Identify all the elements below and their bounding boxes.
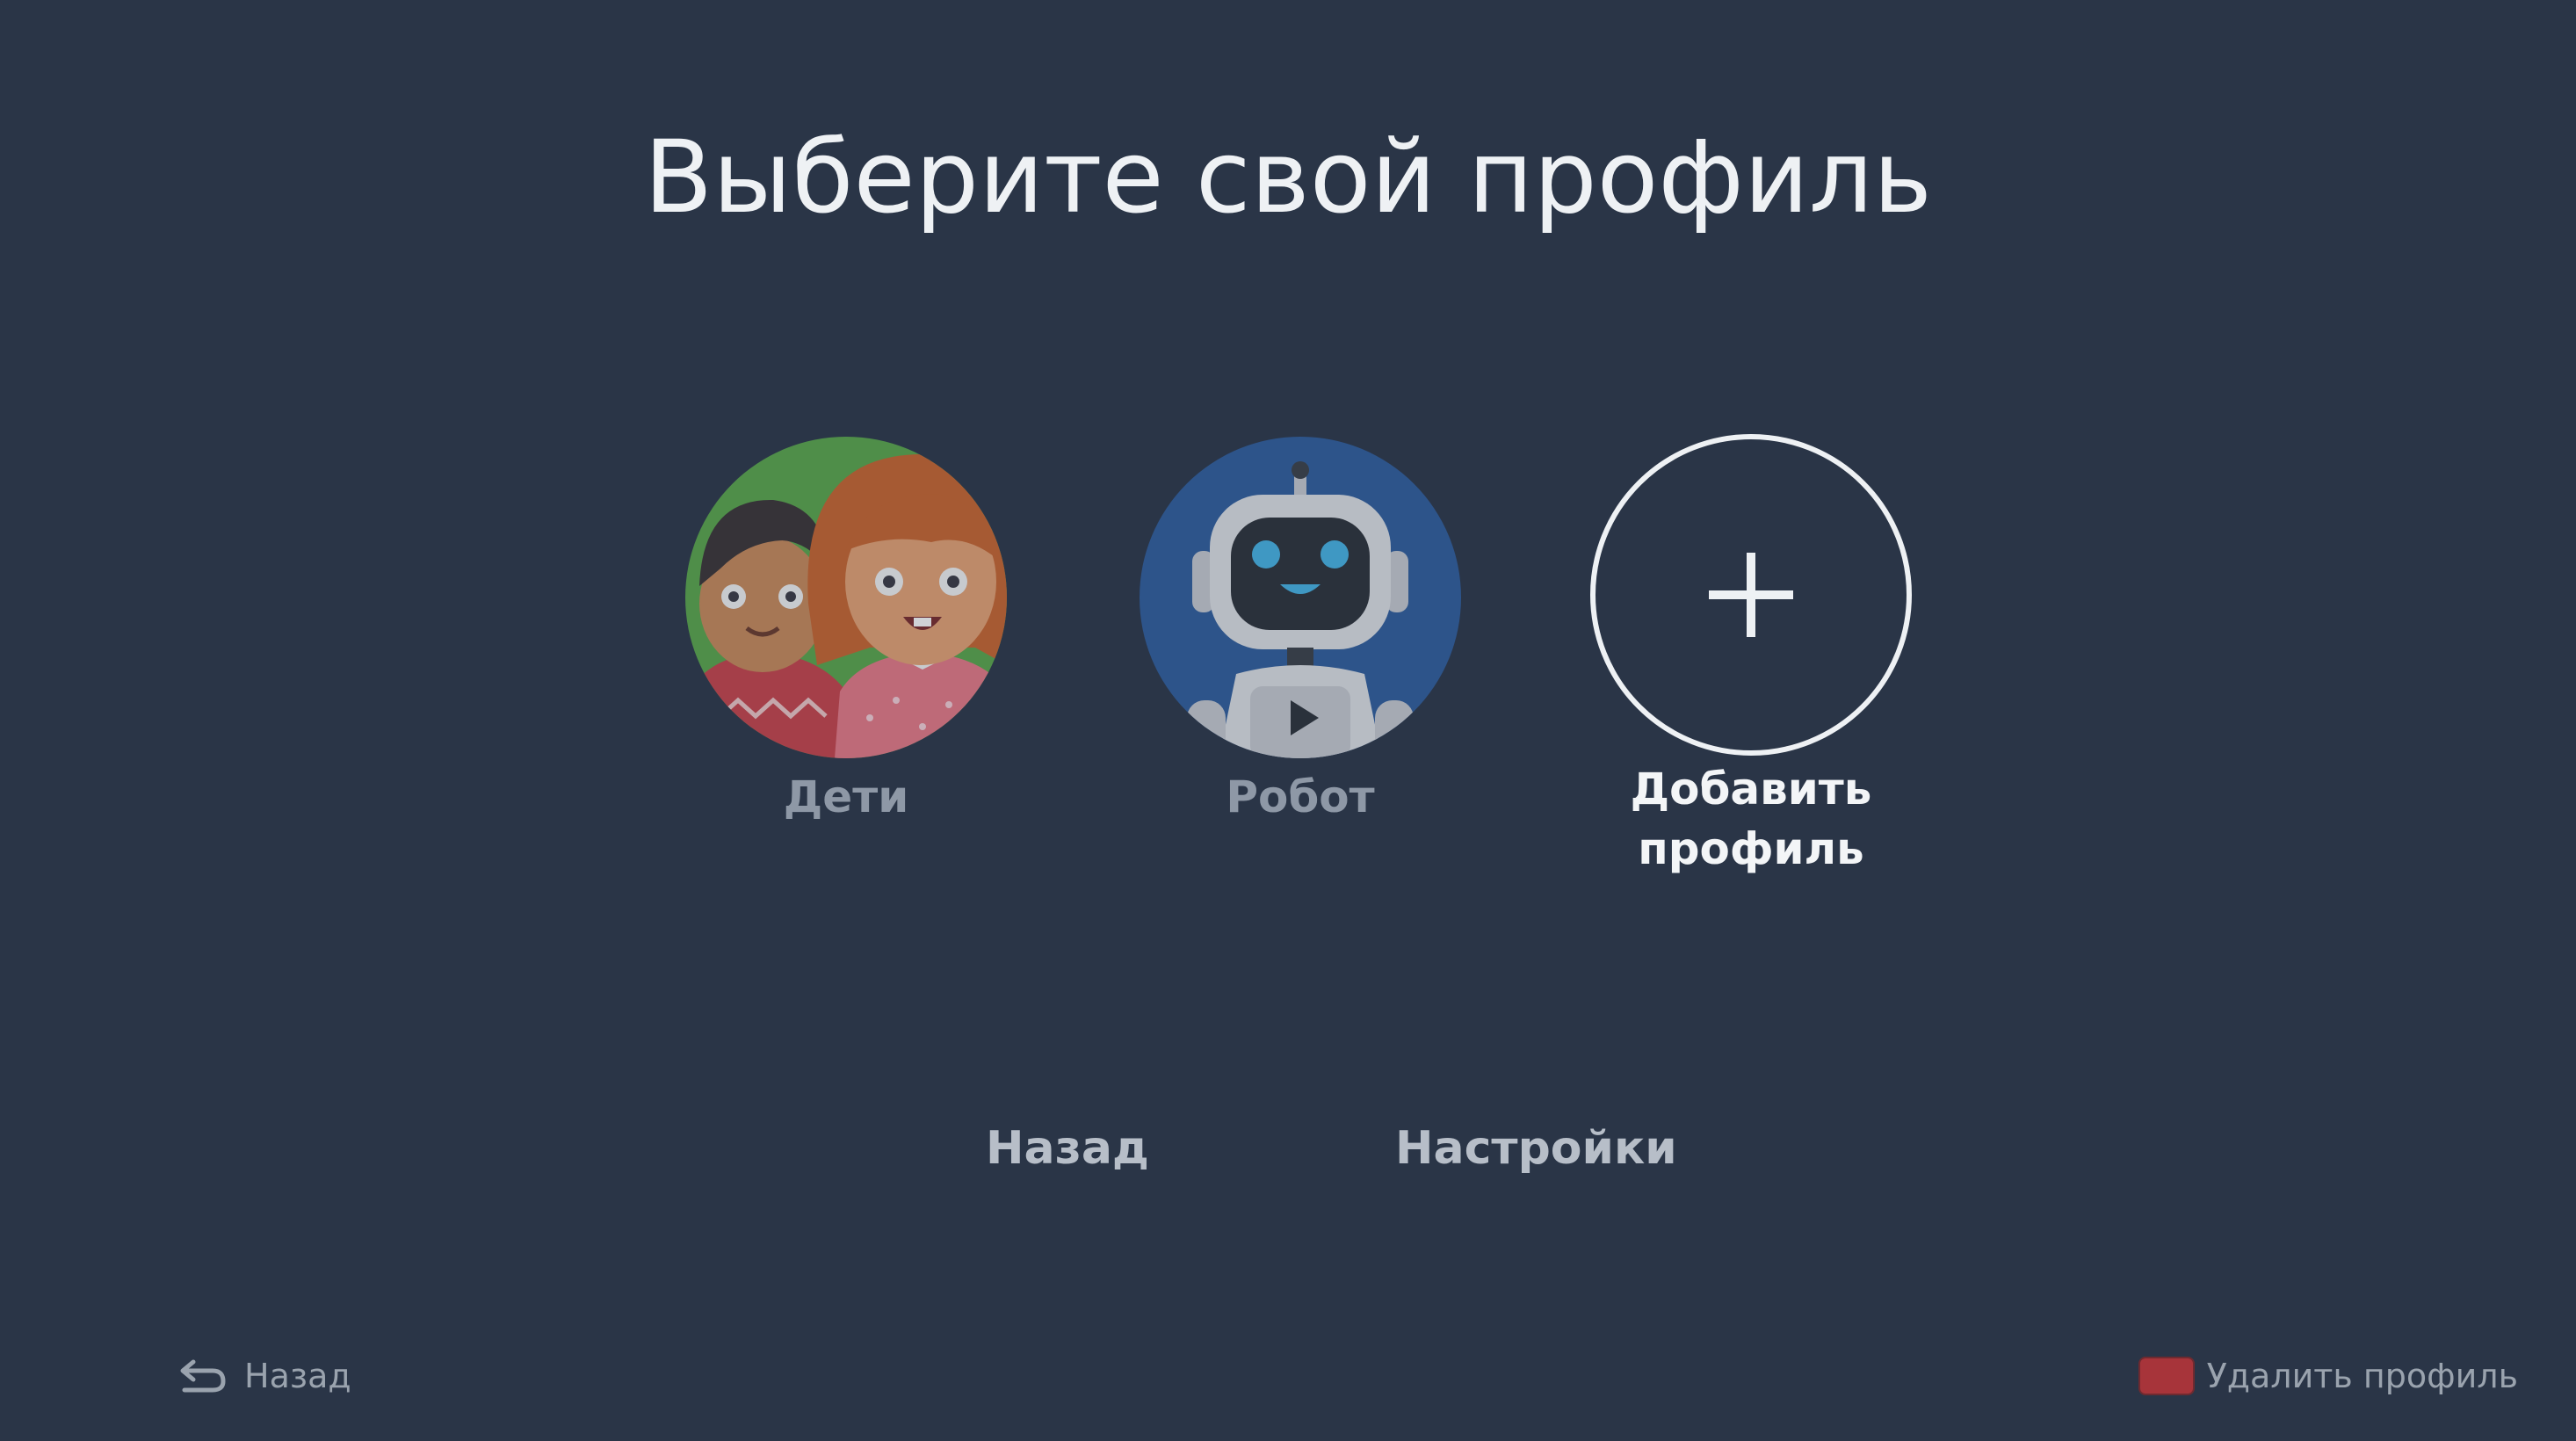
profile-kids[interactable]: Дети <box>684 437 1009 827</box>
plus-icon <box>1709 553 1793 637</box>
settings-button[interactable]: Настройки <box>1395 1118 1677 1179</box>
add-profile-button[interactable] <box>1590 434 1912 756</box>
kids-avatar[interactable] <box>685 437 1007 758</box>
back-arrow-icon <box>180 1359 226 1393</box>
back-hint[interactable]: Назад <box>177 1351 351 1401</box>
red-key-icon <box>2138 1357 2195 1395</box>
add-profile-label: Добавить профиль <box>1630 764 1872 874</box>
robot-avatar[interactable] <box>1140 437 1461 758</box>
add-profile-tile[interactable]: Добавить профиль <box>1588 434 1914 879</box>
delete-profile-hint[interactable]: Удалить профиль <box>2138 1351 2518 1401</box>
robot-avatar-image <box>1140 437 1461 758</box>
profile-robot[interactable]: Робот <box>1138 437 1463 827</box>
back-hint-label: Назад <box>244 1357 351 1395</box>
profile-name: Дети <box>783 771 909 822</box>
page-title: Выберите свой профиль <box>643 119 1933 235</box>
profile-name: Робот <box>1226 771 1375 822</box>
delete-profile-label: Удалить профиль <box>2206 1357 2518 1395</box>
back-button[interactable]: Назад <box>986 1118 1149 1179</box>
kids-avatar-image <box>685 437 1007 758</box>
